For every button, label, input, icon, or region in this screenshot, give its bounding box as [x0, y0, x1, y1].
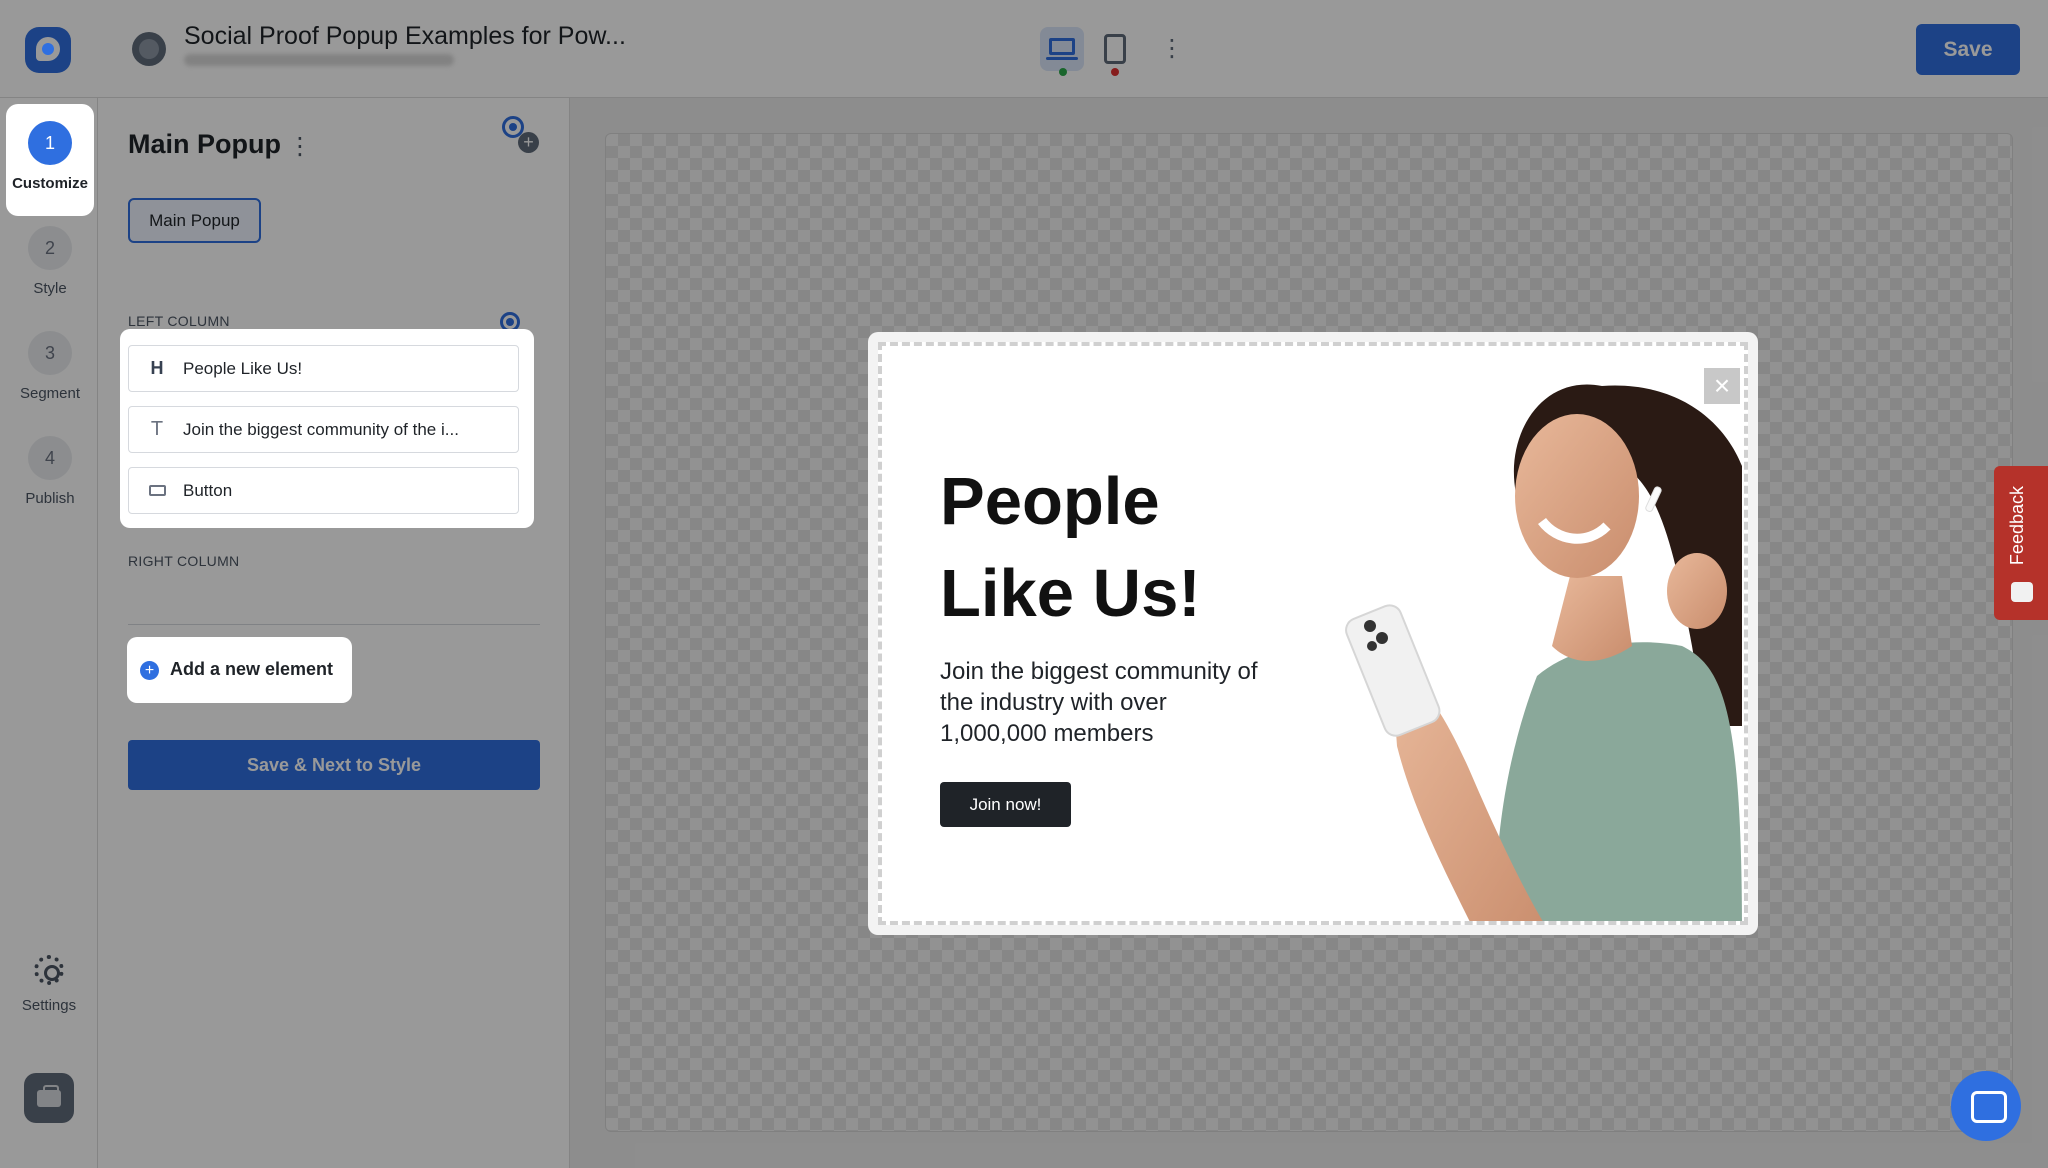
popup-headline[interactable]: People Like Us!	[940, 456, 1300, 640]
chat-launcher-icon[interactable]	[1951, 1071, 2021, 1141]
step-label: Customize	[12, 175, 88, 192]
feedback-label: Feedback	[2007, 486, 2027, 566]
popup-close-button[interactable]: ×	[1704, 368, 1740, 404]
button-icon	[149, 485, 166, 496]
element-label: Button	[183, 481, 233, 500]
feedback-face-icon	[2011, 582, 2033, 602]
heading-icon: H	[150, 358, 164, 378]
add-element-button[interactable]: + Add a new element	[127, 637, 352, 703]
woman-with-phone-image	[1302, 346, 1742, 921]
popup-preview-frame: People Like Us! Join the biggest communi…	[868, 332, 1758, 935]
popup-preview[interactable]: People Like Us! Join the biggest communi…	[878, 342, 1748, 925]
element-label: Join the biggest community of the i...	[183, 420, 459, 439]
plus-circle-icon: +	[140, 661, 159, 680]
add-element-label: Add a new element	[170, 659, 334, 679]
popup-body-text[interactable]: Join the biggest community of the indust…	[940, 656, 1270, 749]
step-number: 1	[28, 121, 72, 165]
element-row-button[interactable]: Button	[128, 467, 519, 514]
left-column-elements: H People Like Us! T Join the biggest com…	[120, 329, 534, 528]
element-row-headline[interactable]: H People Like Us!	[128, 345, 519, 392]
element-label: People Like Us!	[183, 359, 303, 378]
step-customize-highlight[interactable]: 1 Customize	[6, 104, 94, 216]
feedback-tab[interactable]: Feedback	[1994, 466, 2048, 620]
text-icon: T	[150, 418, 164, 440]
element-row-text[interactable]: T Join the biggest community of the i...	[128, 406, 519, 453]
popup-join-button[interactable]: Join now!	[940, 782, 1071, 827]
